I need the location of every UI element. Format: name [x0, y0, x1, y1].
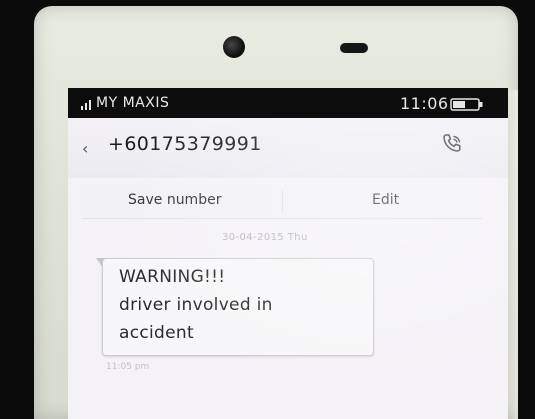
front-camera	[223, 36, 245, 58]
signal-bars-icon	[81, 100, 91, 110]
edge-glare	[508, 90, 518, 419]
message-line: driver involved in	[119, 295, 273, 315]
carrier-name: MY MAXIS	[96, 95, 170, 111]
message-line: accident	[119, 323, 194, 343]
phone-call-icon[interactable]	[440, 132, 464, 156]
battery-icon	[450, 98, 483, 111]
earpiece-speaker	[340, 43, 368, 53]
message-bubble[interactable]: WARNING!!! driver involved in accident	[102, 258, 374, 356]
message-timestamp: 11:05 pm	[106, 362, 150, 372]
phone-screen: MY MAXIS 11:06 ‹ +60175379991 Save numbe…	[68, 88, 508, 419]
chevron-left-icon[interactable]: ‹	[82, 141, 96, 157]
message-line: WARNING!!!	[119, 267, 226, 287]
contact-phone-number: +60175379991	[108, 133, 262, 155]
photo-frame: MY MAXIS 11:06 ‹ +60175379991 Save numbe…	[0, 0, 535, 419]
status-time: 11:06	[400, 94, 449, 113]
save-number-button[interactable]: Save number	[128, 192, 221, 208]
conversation-header: ‹ +60175379991	[68, 118, 508, 178]
contact-action-bar: Save number Edit	[82, 184, 482, 219]
edit-button[interactable]: Edit	[372, 192, 399, 208]
action-divider	[282, 190, 283, 212]
conversation-date: 30-04-2015 Thu	[222, 232, 308, 243]
status-bar: MY MAXIS 11:06	[68, 88, 508, 118]
